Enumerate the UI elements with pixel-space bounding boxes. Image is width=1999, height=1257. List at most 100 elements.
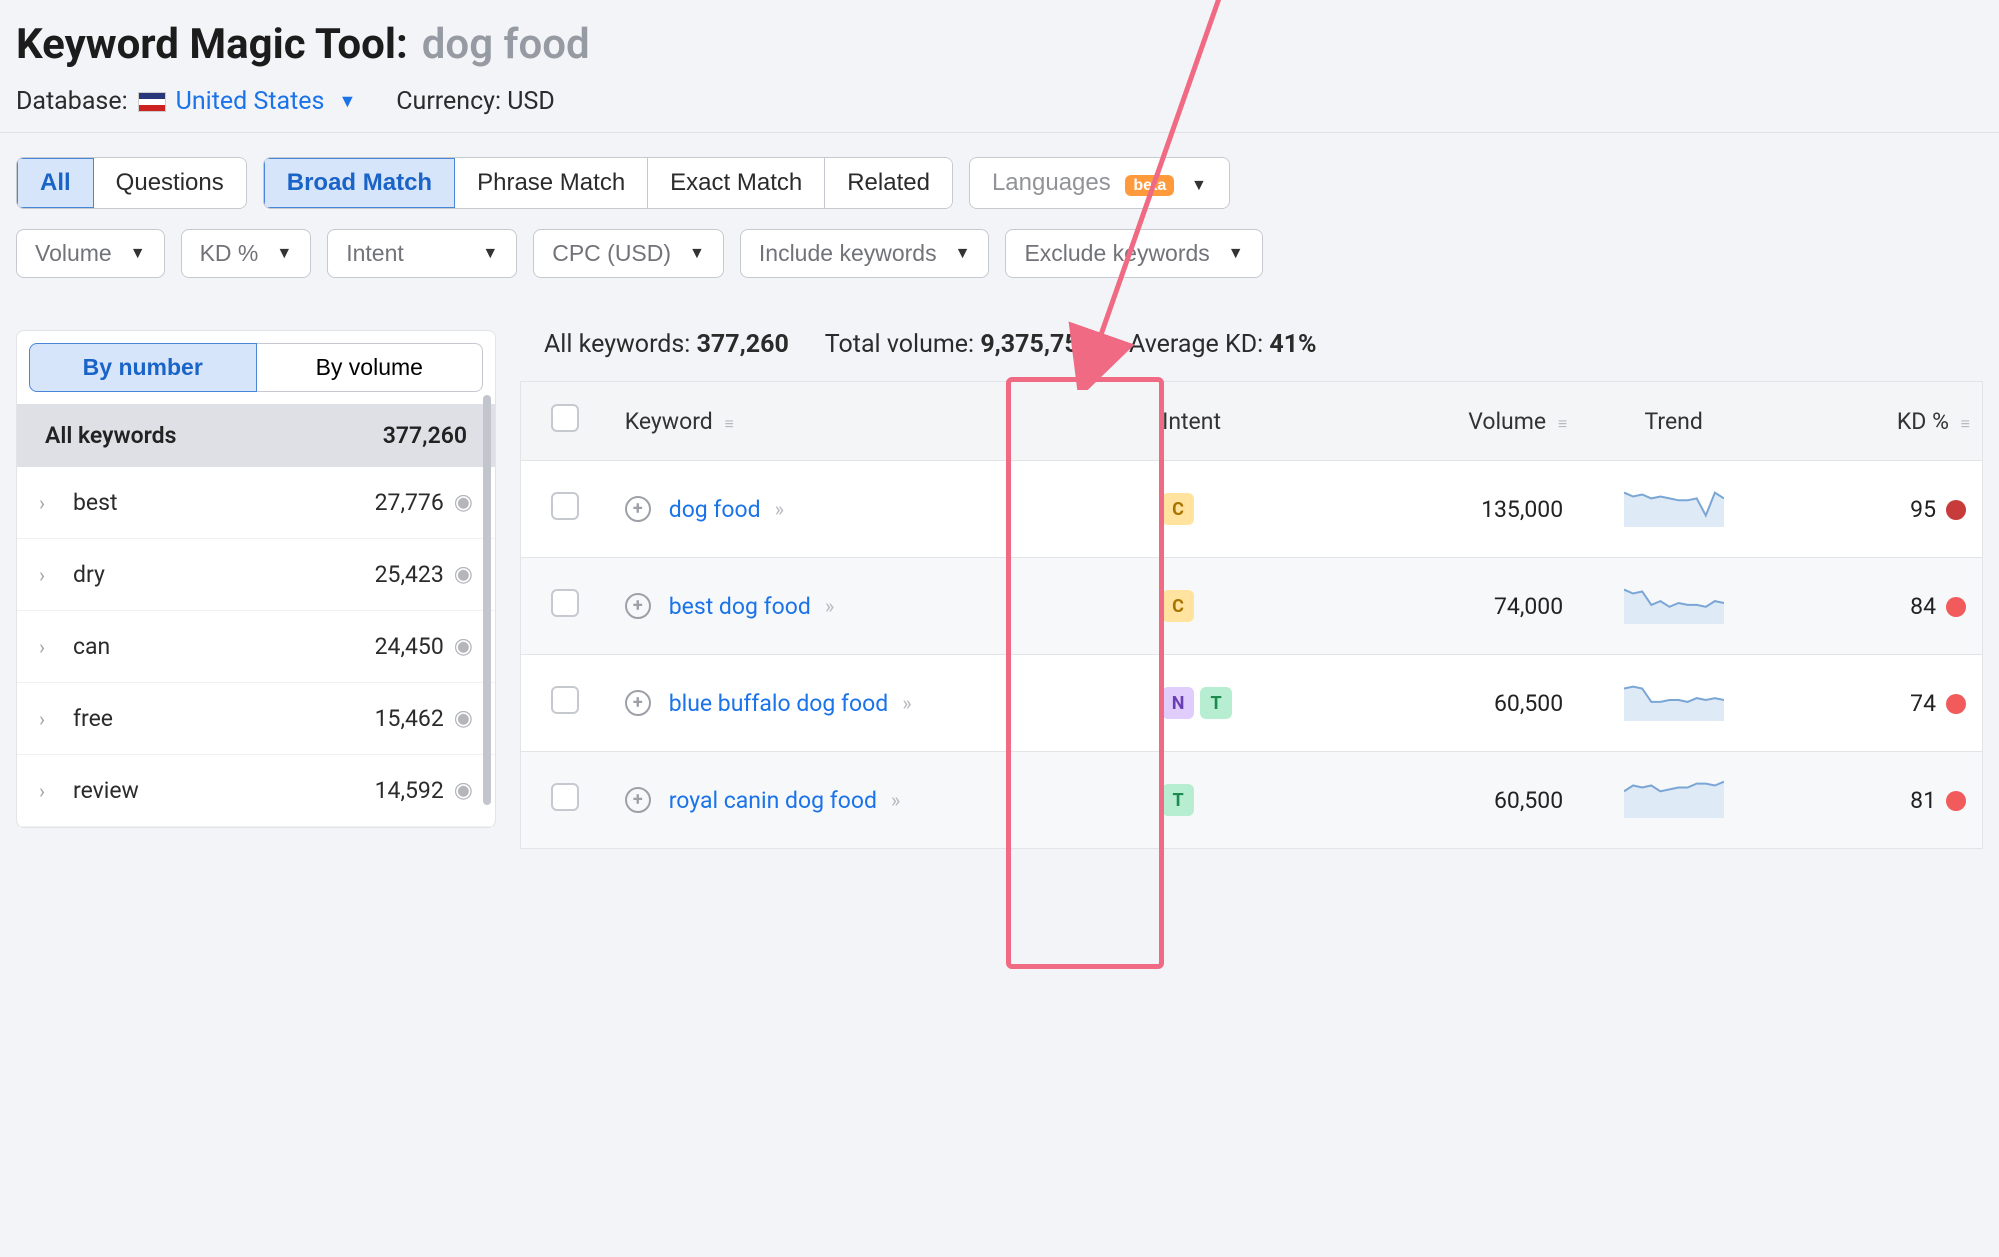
trend-cell xyxy=(1579,655,1768,752)
tab-broad-match[interactable]: Broad Match xyxy=(264,158,455,208)
intent-badge-t: T xyxy=(1200,687,1232,719)
col-intent[interactable]: Intent xyxy=(1138,382,1327,461)
eye-icon[interactable]: ◉ xyxy=(454,490,473,515)
database-selector[interactable]: Database: United States ▼ xyxy=(16,87,356,116)
languages-group: Languages beta ▼ xyxy=(969,157,1230,209)
summary-line: All keywords: 377,260 Total volume: 9,37… xyxy=(520,330,1983,359)
double-chevron-icon[interactable]: » xyxy=(775,497,784,521)
summary-all: All keywords: 377,260 xyxy=(544,330,789,359)
filters-area: All Questions Broad Match Phrase Match E… xyxy=(0,133,1999,306)
col-trend[interactable]: Trend xyxy=(1579,382,1768,461)
kd-difficulty-dot xyxy=(1946,694,1966,714)
kd-cell: 95 xyxy=(1768,461,1982,558)
trend-cell xyxy=(1579,752,1768,849)
group-label: best xyxy=(63,489,375,516)
beta-badge: beta xyxy=(1125,175,1174,196)
intent-cell: C xyxy=(1138,558,1327,655)
page-root: Keyword Magic Tool: dog food Database: U… xyxy=(0,0,1999,849)
summary-kd: Average KD: 41% xyxy=(1129,330,1317,359)
sidebar-group-row[interactable]: ›can24,450◉ xyxy=(17,611,495,683)
all-keywords-count: 377,260 xyxy=(383,422,467,449)
table-wrapper: Keyword ≡ Intent Volume ≡ Tren xyxy=(520,381,1983,849)
title-line: Keyword Magic Tool: dog food xyxy=(16,20,1979,69)
eye-icon[interactable]: ◉ xyxy=(454,778,473,803)
languages-dropdown[interactable]: Languages beta ▼ xyxy=(970,158,1229,208)
summary-volume: Total volume: 9,375,750 xyxy=(825,330,1093,359)
tab-by-number[interactable]: By number xyxy=(29,343,257,392)
results-main: All keywords: 377,260 Total volume: 9,37… xyxy=(520,330,1983,849)
tab-questions[interactable]: Questions xyxy=(94,158,246,208)
intent-filter[interactable]: Intent▼ xyxy=(327,229,517,278)
keyword-link[interactable]: royal canin dog food xyxy=(669,787,877,814)
kd-filter[interactable]: KD %▼ xyxy=(181,229,312,278)
volume-cell: 60,500 xyxy=(1327,752,1579,849)
double-chevron-icon[interactable]: » xyxy=(825,594,834,618)
volume-filter[interactable]: Volume▼ xyxy=(16,229,165,278)
chevron-right-icon: › xyxy=(39,491,63,515)
match-type-group: Broad Match Phrase Match Exact Match Rel… xyxy=(263,157,953,209)
sidebar-group-row[interactable]: ›dry25,423◉ xyxy=(17,539,495,611)
chevron-right-icon: › xyxy=(39,635,63,659)
add-keyword-icon[interactable]: + xyxy=(625,787,651,813)
filter-row-1: All Questions Broad Match Phrase Match E… xyxy=(16,157,1983,209)
add-keyword-icon[interactable]: + xyxy=(625,690,651,716)
row-checkbox[interactable] xyxy=(551,783,579,811)
kd-difficulty-dot xyxy=(1946,791,1966,811)
tab-all[interactable]: All xyxy=(17,158,94,208)
row-checkbox[interactable] xyxy=(551,492,579,520)
intent-badge-t: T xyxy=(1162,784,1194,816)
table-row: +blue buffalo dog food»NT60,50074 xyxy=(521,655,1983,752)
sort-icon: ≡ xyxy=(724,414,729,433)
sidebar-group-row[interactable]: ›review14,592◉ xyxy=(17,755,495,827)
kd-cell: 84 xyxy=(1768,558,1982,655)
chevron-down-icon: ▼ xyxy=(130,245,146,263)
eye-icon[interactable]: ◉ xyxy=(454,562,473,587)
include-keywords-filter[interactable]: Include keywords▼ xyxy=(740,229,990,278)
row-checkbox[interactable] xyxy=(551,589,579,617)
meta-line: Database: United States ▼ Currency: USD xyxy=(16,87,1979,116)
body-area: By number By volume All keywords 377,260… xyxy=(0,306,1999,849)
sidebar-group-row[interactable]: ›best27,776◉ xyxy=(17,467,495,539)
keyword-groups-sidebar: By number By volume All keywords 377,260… xyxy=(16,330,496,828)
sort-icon: ≡ xyxy=(1961,414,1966,433)
select-all-checkbox[interactable] xyxy=(551,404,579,432)
group-count: 14,592 xyxy=(375,777,444,804)
double-chevron-icon[interactable]: » xyxy=(891,788,900,812)
scrollbar-thumb[interactable] xyxy=(483,395,491,805)
group-count: 24,450 xyxy=(375,633,444,660)
tab-exact-match[interactable]: Exact Match xyxy=(648,158,825,208)
tab-related[interactable]: Related xyxy=(825,158,952,208)
all-keywords-label: All keywords xyxy=(45,422,176,449)
database-country: United States xyxy=(176,87,325,116)
eye-icon[interactable]: ◉ xyxy=(454,706,473,731)
volume-cell: 135,000 xyxy=(1327,461,1579,558)
row-checkbox[interactable] xyxy=(551,686,579,714)
group-count: 15,462 xyxy=(375,705,444,732)
kd-cell: 74 xyxy=(1768,655,1982,752)
group-label: review xyxy=(63,777,375,804)
volume-cell: 74,000 xyxy=(1327,558,1579,655)
col-volume[interactable]: Volume ≡ xyxy=(1327,382,1579,461)
double-chevron-icon[interactable]: » xyxy=(902,691,911,715)
add-keyword-icon[interactable]: + xyxy=(625,496,651,522)
chevron-down-icon: ▼ xyxy=(955,245,971,263)
languages-label: Languages xyxy=(992,169,1111,196)
keyword-link[interactable]: dog food xyxy=(669,496,761,523)
keyword-link[interactable]: blue buffalo dog food xyxy=(669,690,889,717)
sidebar-all-keywords-row[interactable]: All keywords 377,260 xyxy=(17,404,495,467)
add-keyword-icon[interactable]: + xyxy=(625,593,651,619)
tab-by-volume[interactable]: By volume xyxy=(257,343,484,392)
keywords-table: Keyword ≡ Intent Volume ≡ Tren xyxy=(520,381,1983,849)
cpc-filter[interactable]: CPC (USD)▼ xyxy=(533,229,724,278)
sidebar-tabs: By number By volume xyxy=(17,331,495,404)
chevron-down-icon: ▼ xyxy=(1228,245,1244,263)
col-keyword[interactable]: Keyword ≡ xyxy=(609,382,1138,461)
col-kd[interactable]: KD % ≡ xyxy=(1768,382,1982,461)
table-header-row: Keyword ≡ Intent Volume ≡ Tren xyxy=(521,382,1983,461)
sidebar-group-row[interactable]: ›free15,462◉ xyxy=(17,683,495,755)
keyword-link[interactable]: best dog food xyxy=(669,593,811,620)
group-count: 25,423 xyxy=(375,561,444,588)
eye-icon[interactable]: ◉ xyxy=(454,634,473,659)
exclude-keywords-filter[interactable]: Exclude keywords▼ xyxy=(1005,229,1262,278)
tab-phrase-match[interactable]: Phrase Match xyxy=(455,158,648,208)
